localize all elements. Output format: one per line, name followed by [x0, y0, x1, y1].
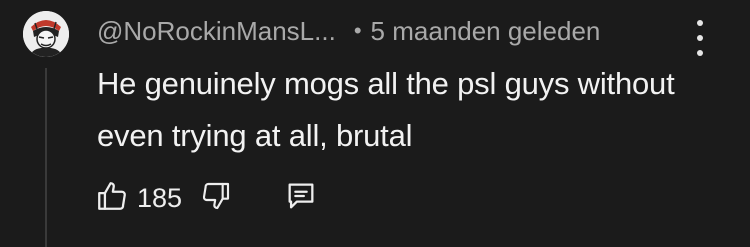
like-count: 185 — [137, 182, 183, 213]
meta-separator: • — [353, 18, 362, 43]
comment-actions: 185 — [95, 178, 318, 218]
comment-timestamp: 5 maanden geleden — [370, 15, 601, 46]
thread-line — [45, 68, 47, 247]
comment-card: @NoRockinMansL... • 5 maanden geleden He… — [0, 0, 750, 247]
more-vertical-icon[interactable] — [690, 20, 710, 56]
reply-comment-icon — [284, 179, 318, 218]
comment-text: He genuinely mogs all the psl guys witho… — [97, 66, 675, 153]
thumbs-down-icon — [200, 180, 232, 217]
author-name[interactable]: @NoRockinMansL... — [97, 16, 336, 47]
like-button[interactable] — [95, 179, 129, 218]
dislike-button[interactable] — [200, 180, 232, 217]
comment-meta: @NoRockinMansL... • 5 maanden geleden — [97, 14, 600, 48]
avatar[interactable] — [23, 11, 69, 57]
thumbs-up-icon — [95, 179, 129, 218]
reply-button[interactable] — [284, 179, 318, 218]
